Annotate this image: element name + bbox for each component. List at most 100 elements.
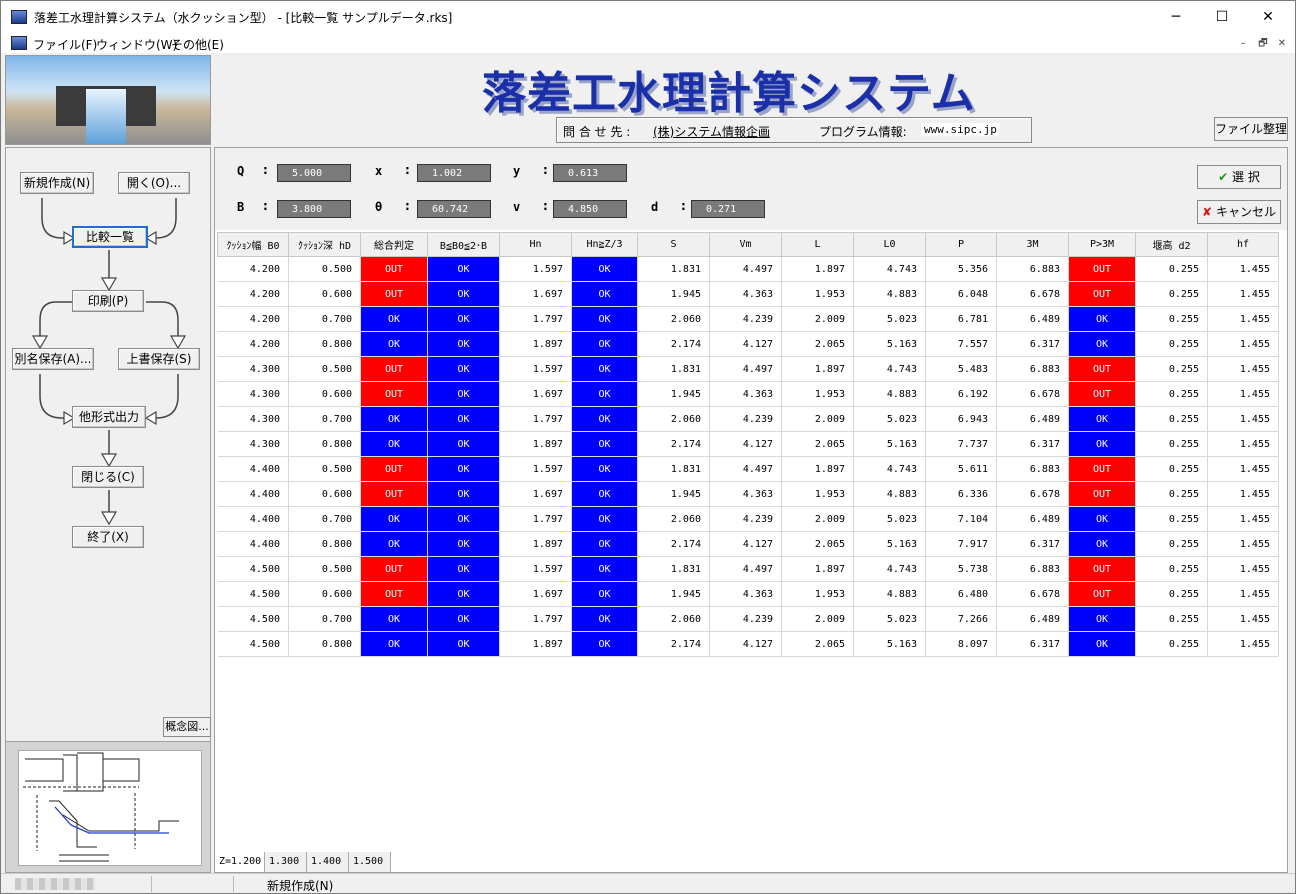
table-cell: OK: [427, 556, 500, 582]
table-cell: 1.953: [781, 481, 854, 507]
table-cell: 0.255: [1135, 306, 1208, 332]
minimize-button[interactable]: ─: [1153, 1, 1199, 33]
table-row[interactable]: 4.300 0.500 OUT OK 1.597 OK 1.831 4.497 1.897 4.7…: [217, 356, 1279, 382]
arrow-head: [100, 453, 118, 468]
app-icon[interactable]: [11, 10, 27, 24]
table-cell: OUT: [360, 456, 428, 482]
export-button[interactable]: 他形式出力: [72, 406, 146, 428]
table-row[interactable]: 4.400 0.600 OUT OK 1.697 OK 1.945 4.363 1.953 4.8…: [217, 481, 1279, 507]
column-header[interactable]: P: [925, 232, 997, 257]
z-tab-1300[interactable]: 1.300: [265, 852, 307, 872]
table-cell: 0.255: [1135, 281, 1208, 307]
title-bar[interactable]: 落差工水理計算システム（水クッション型） - [比較一覧 サンプルデータ.rks…: [1, 1, 1295, 33]
column-header[interactable]: S: [637, 232, 710, 257]
table-cell: 0.255: [1135, 481, 1208, 507]
table-row[interactable]: 4.400 0.800 OK OK 1.897 OK 2.174 4.127 2.065 5.16…: [217, 531, 1279, 557]
table-cell: 5.611: [925, 456, 997, 482]
table-row[interactable]: 4.200 0.600 OUT OK 1.697 OK 1.945 4.363 1.953 4.8…: [217, 281, 1279, 307]
open-button[interactable]: 開く(O)...: [118, 172, 190, 194]
close-doc-button[interactable]: 閉じる(C): [72, 466, 144, 488]
param-colon: :: [543, 163, 548, 177]
mdi-restore-button[interactable]: 🗗: [1255, 36, 1271, 52]
z-tab-1400[interactable]: 1.400: [307, 852, 349, 872]
table-cell: 0.700: [288, 406, 361, 432]
table-cell: OK: [571, 256, 638, 282]
table-cell: OUT: [1068, 456, 1136, 482]
table-row[interactable]: 4.300 0.600 OUT OK 1.697 OK 1.945 4.363 1.953 4.8…: [217, 381, 1279, 407]
comparison-table[interactable]: ｸｯｼｮﾝ幅 B0 ｸｯｼｮﾝ深 hD 総合判定 B≦B0≦2･B Hn Hn≧Z/3 S V…: [217, 232, 1279, 657]
table-cell: 1.953: [781, 581, 854, 607]
compare-button[interactable]: 比較一覧: [72, 226, 148, 248]
column-header[interactable]: Hn≧Z/3: [571, 232, 638, 257]
column-header[interactable]: Vm: [709, 232, 782, 257]
table-row[interactable]: 4.500 0.600 OUT OK 1.697 OK 1.945 4.363 1.953 4.8…: [217, 581, 1279, 607]
column-header[interactable]: 総合判定: [360, 232, 428, 257]
table-cell: 5.163: [853, 431, 926, 457]
column-header[interactable]: 3M: [996, 232, 1069, 257]
z-tab-1200[interactable]: Z=1.200: [215, 852, 265, 872]
file-organize-button[interactable]: ファイル整理: [1214, 117, 1288, 141]
save-as-button[interactable]: 別名保存(A)...: [12, 348, 94, 370]
column-header[interactable]: P>3M: [1068, 232, 1136, 257]
structure-sketch: [23, 752, 179, 862]
column-header[interactable]: L0: [853, 232, 926, 257]
close-button[interactable]: ✕: [1245, 1, 1291, 33]
exit-button[interactable]: 終了(X): [72, 526, 144, 548]
table-cell: 6.678: [996, 581, 1069, 607]
column-header[interactable]: hf: [1207, 232, 1279, 257]
table-cell: 2.009: [781, 606, 854, 632]
table-row[interactable]: 4.200 0.500 OUT OK 1.597 OK 1.831 4.497 1.897 4.7…: [217, 256, 1279, 282]
table-cell: 1.697: [499, 381, 572, 407]
table-cell: 8.097: [925, 631, 997, 657]
table-row[interactable]: 4.200 0.700 OK OK 1.797 OK 2.060 4.239 2.009 5.02…: [217, 306, 1279, 332]
table-row[interactable]: 4.500 0.800 OK OK 1.897 OK 2.174 4.127 2.065 5.16…: [217, 631, 1279, 657]
flow-arrow: [41, 198, 72, 239]
contact-company-link[interactable]: (株)システム情報企画: [653, 123, 770, 140]
print-button[interactable]: 印刷(P): [72, 290, 144, 312]
table-cell: OUT: [360, 256, 428, 282]
mdi-close-button[interactable]: ✕: [1274, 36, 1290, 52]
new-button[interactable]: 新規作成(N): [20, 172, 94, 194]
table-row[interactable]: 4.300 0.800 OK OK 1.897 OK 2.174 4.127 2.065 5.16…: [217, 431, 1279, 457]
overwrite-save-button[interactable]: 上書保存(S): [118, 348, 200, 370]
document-icon[interactable]: [11, 36, 27, 50]
table-row[interactable]: 4.500 0.500 OUT OK 1.597 OK 1.831 4.497 1.897 4.7…: [217, 556, 1279, 582]
maximize-button[interactable]: ☐: [1199, 1, 1245, 33]
select-button[interactable]: ✔ 選 択: [1197, 165, 1281, 189]
mdi-minimize-button[interactable]: –: [1235, 36, 1251, 52]
menu-file[interactable]: ファイル(F): [33, 36, 97, 53]
column-header[interactable]: 堰高 d2: [1135, 232, 1208, 257]
table-row[interactable]: 4.400 0.500 OUT OK 1.597 OK 1.831 4.497 1.897 4.7…: [217, 456, 1279, 482]
table-row[interactable]: 4.500 0.700 OK OK 1.797 OK 2.060 4.239 2.009 5.02…: [217, 606, 1279, 632]
column-header[interactable]: L: [781, 232, 854, 257]
table-cell: OK: [1068, 531, 1136, 557]
table-cell: 1.953: [781, 281, 854, 307]
column-header[interactable]: ｸｯｼｮﾝ幅 B0: [217, 232, 289, 257]
table-cell: 0.255: [1135, 331, 1208, 357]
param-y-label: y: [513, 164, 521, 178]
table-cell: OUT: [1068, 581, 1136, 607]
table-cell: 1.455: [1207, 256, 1279, 282]
table-cell: 1.945: [637, 381, 710, 407]
table-cell: 0.700: [288, 306, 361, 332]
window-title: 落差工水理計算システム（水クッション型） - [比較一覧 サンプルデータ.rks…: [34, 11, 453, 25]
table-cell: 0.600: [288, 381, 361, 407]
table-row[interactable]: 4.300 0.700 OK OK 1.797 OK 2.060 4.239 2.009 5.02…: [217, 406, 1279, 432]
table-cell: 4.127: [709, 531, 782, 557]
table-cell: 2.060: [637, 606, 710, 632]
concept-diagram-button[interactable]: 概念図...: [163, 717, 211, 737]
column-header[interactable]: Hn: [499, 232, 572, 257]
table-cell: 6.883: [996, 456, 1069, 482]
menu-window[interactable]: ウィンドウ(W): [96, 36, 177, 53]
z-tab-1500[interactable]: 1.500: [349, 852, 391, 872]
program-url-link[interactable]: www.sipc.jp: [921, 123, 1000, 136]
param-d-value: 0.271: [691, 200, 765, 218]
menu-other[interactable]: その他(E): [171, 36, 224, 53]
column-header[interactable]: ｸｯｼｮﾝ深 hD: [288, 232, 361, 257]
column-header[interactable]: B≦B0≦2･B: [427, 232, 500, 257]
table-row[interactable]: 4.200 0.800 OK OK 1.897 OK 2.174 4.127 2.065 5.16…: [217, 331, 1279, 357]
table-row[interactable]: 4.400 0.700 OK OK 1.797 OK 2.060 4.239 2.009 5.02…: [217, 506, 1279, 532]
arrow-head: [169, 335, 187, 350]
table-cell: 1.455: [1207, 331, 1279, 357]
cancel-button[interactable]: ✘ キャンセル: [1197, 200, 1281, 224]
